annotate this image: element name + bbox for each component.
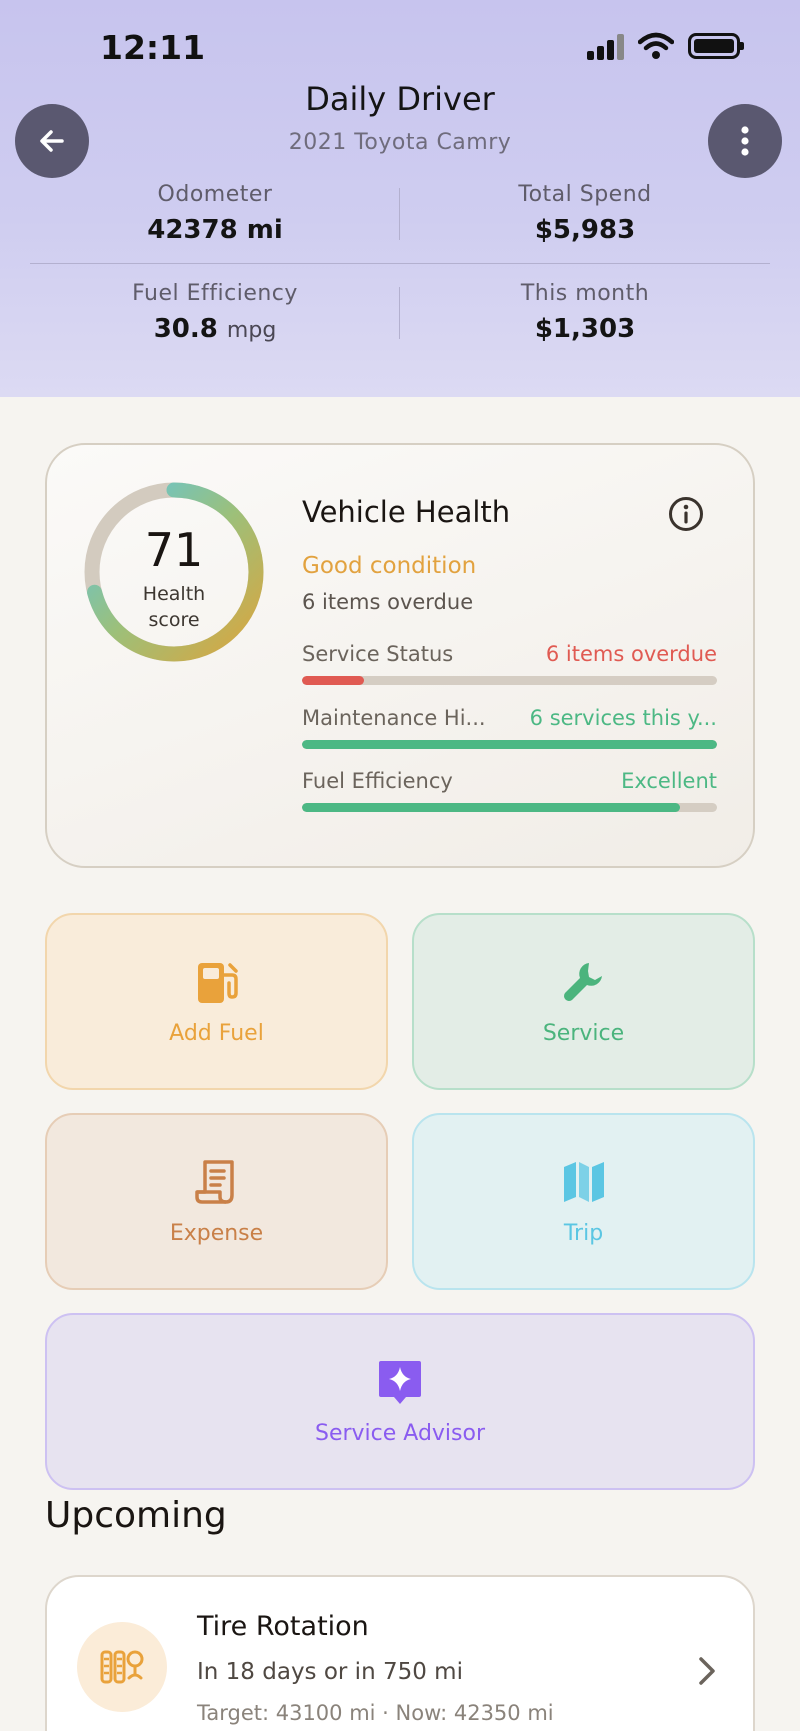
health-score-value: 71	[144, 523, 204, 577]
battery-icon	[688, 33, 744, 59]
receipt-icon	[194, 1160, 234, 1204]
metric-fuel-efficiency: Fuel Efficiency Excellent	[302, 769, 717, 812]
divider	[399, 287, 400, 339]
stat-value: 30.8 mpg	[50, 314, 380, 344]
metric-bar	[302, 740, 717, 749]
stat-label: Total Spend	[518, 182, 652, 207]
stat-value: $1,303	[534, 314, 636, 344]
stat-number: 30.8	[153, 314, 218, 344]
service-label: Service	[542, 1021, 625, 1046]
metric-bar-fill	[302, 803, 680, 812]
metric-service-status: Service Status 6 items overdue	[302, 642, 717, 685]
divider	[399, 188, 400, 240]
metric-status: Excellent	[621, 769, 717, 793]
vehicle-health-card[interactable]: 71 Health score Vehicle Health Good cond…	[45, 443, 755, 868]
stat-label: Fuel Efficiency	[132, 281, 298, 306]
add-fuel-button[interactable]: Add Fuel	[45, 913, 388, 1090]
metric-status: 6 items overdue	[545, 642, 717, 666]
metric-bar	[302, 803, 717, 812]
wrench-icon	[563, 963, 602, 1001]
stat-label: This month	[520, 281, 650, 306]
stat-label: Odometer	[157, 182, 273, 207]
metric-name: Maintenance Hi...	[302, 706, 486, 730]
metric-name: Fuel Efficiency	[302, 769, 453, 793]
stat-this-month: This month $1,303	[420, 281, 750, 344]
trip-label: Trip	[563, 1221, 604, 1246]
info-icon[interactable]	[667, 495, 705, 533]
fuel-pump-icon	[197, 963, 238, 1003]
service-advisor-button[interactable]: Service Advisor	[45, 1313, 755, 1490]
tire-rotation-icon-badge	[77, 1622, 167, 1712]
upcoming-item-title: Tire Rotation	[197, 1611, 369, 1642]
health-title: Vehicle Health	[302, 495, 511, 529]
health-score-label-line: Health	[142, 583, 206, 605]
stat-odometer: Odometer 42378 mi	[50, 182, 380, 245]
status-time: 12:11	[100, 28, 206, 67]
cellular-signal-icon	[587, 32, 624, 60]
stat-unit: mpg	[226, 318, 277, 343]
expense-button[interactable]: Expense	[45, 1113, 388, 1290]
expense-label: Expense	[169, 1221, 264, 1246]
vehicle-model: 2021 Toyota Camry	[288, 130, 512, 155]
tire-rotation-icon	[100, 1650, 144, 1684]
stat-value: $5,983	[534, 215, 636, 245]
stat-value: 42378 mi	[147, 215, 283, 245]
metric-bar	[302, 676, 717, 685]
vehicle-header: 12:11 Daily Driver 2021 Toyota Camry Odo…	[0, 0, 800, 397]
vehicle-name: Daily Driver	[305, 80, 495, 118]
metric-status: 6 services this y...	[529, 706, 717, 730]
stat-fuel-efficiency: Fuel Efficiency 30.8 mpg	[50, 281, 380, 344]
upcoming-item-due: In 18 days or in 750 mi	[197, 1659, 463, 1685]
trip-button[interactable]: Trip	[412, 1113, 755, 1290]
overdue-summary: 6 items overdue	[302, 590, 474, 614]
health-score-label: Health score	[83, 581, 265, 633]
upcoming-item-target: Target: 43100 mi · Now: 42350 mi	[197, 1701, 554, 1725]
metric-maintenance-history: Maintenance Hi... 6 services this y...	[302, 706, 717, 749]
sparkle-chat-icon	[379, 1361, 421, 1404]
service-button[interactable]: Service	[412, 913, 755, 1090]
add-fuel-label: Add Fuel	[169, 1021, 264, 1046]
stat-total-spend: Total Spend $5,983	[420, 182, 750, 245]
service-advisor-label: Service Advisor	[314, 1421, 486, 1446]
map-icon	[563, 1162, 604, 1202]
status-icons	[587, 32, 744, 60]
metric-bar-fill	[302, 676, 365, 685]
metric-bar-fill	[302, 740, 717, 749]
chevron-right-icon	[699, 1657, 715, 1685]
upcoming-section-title: Upcoming	[45, 1495, 227, 1536]
metric-name: Service Status	[302, 642, 454, 666]
wifi-icon	[638, 32, 674, 59]
health-score-label-line: score	[148, 609, 200, 631]
health-condition: Good condition	[302, 553, 477, 579]
upcoming-item[interactable]: Tire Rotation In 18 days or in 750 mi Ta…	[45, 1575, 755, 1731]
divider	[30, 263, 770, 264]
